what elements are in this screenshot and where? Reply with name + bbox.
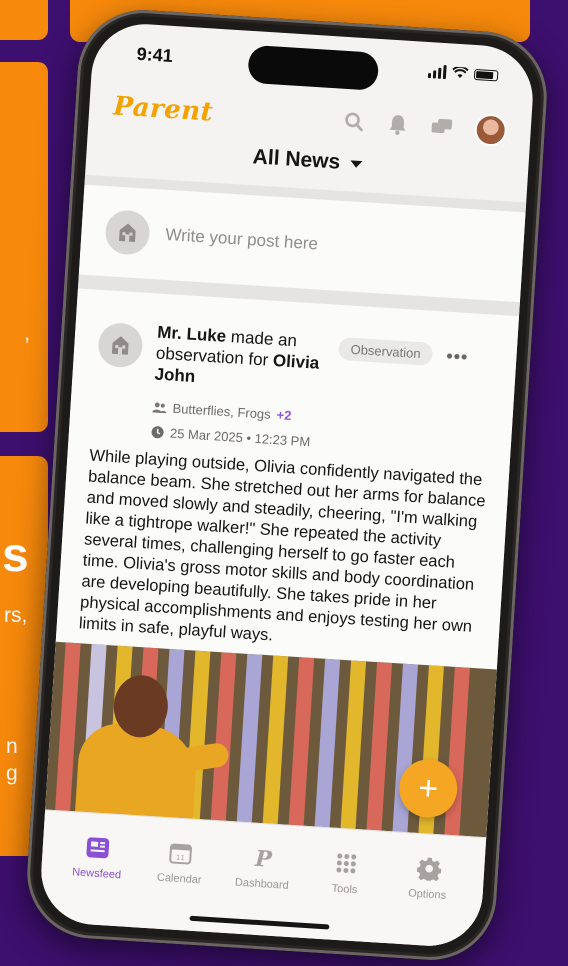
dynamic-island — [247, 44, 380, 91]
calendar-icon: 11 — [166, 838, 196, 868]
background-text: n — [6, 735, 18, 758]
post-body: While playing outside, Olivia confidentl… — [78, 446, 486, 645]
post-groups: Butterflies, Frogs — [172, 400, 272, 422]
tab-label: Newsfeed — [71, 866, 122, 882]
post-header: Mr. Luke made an observation for Olivia … — [97, 318, 497, 449]
more-groups-link[interactable]: +2 — [276, 407, 292, 423]
gear-icon — [414, 854, 444, 884]
author-name[interactable]: Mr. Luke — [157, 323, 227, 346]
app-logo: Parent — [112, 91, 215, 128]
background-text: g — [6, 762, 18, 785]
search-icon[interactable] — [342, 110, 365, 133]
phone-mockup: 9:41 Parent All News Write your post her… — [23, 6, 551, 964]
newsfeed-icon — [83, 833, 113, 863]
tab-label: Options — [407, 887, 447, 902]
school-avatar — [97, 321, 144, 369]
background-card — [0, 62, 48, 432]
phone-screen: 9:41 Parent All News Write your post her… — [38, 21, 536, 949]
chevron-down-icon — [349, 160, 363, 169]
tab-label: Tools — [331, 882, 358, 897]
status-time: 9:41 — [136, 43, 174, 66]
feed-filter-label: All News — [252, 145, 341, 174]
svg-text:P: P — [253, 846, 274, 871]
clock-icon — [151, 426, 164, 439]
status-icons — [427, 64, 499, 82]
messages-icon[interactable] — [430, 115, 453, 138]
bell-icon[interactable] — [386, 113, 409, 136]
dashboard-p-icon: P — [249, 843, 279, 873]
background-heading: s — [2, 529, 29, 582]
tab-label: Calendar — [156, 871, 202, 887]
tab-label: Dashboard — [234, 876, 290, 892]
post-timestamp: 25 Mar 2025 • 12:23 PM — [169, 425, 311, 450]
phone-frame: 9:41 Parent All News Write your post her… — [23, 6, 551, 964]
news-post: Mr. Luke made an observation for Olivia … — [38, 288, 520, 949]
background-text: rs, — [4, 604, 28, 627]
profile-avatar[interactable] — [473, 113, 508, 148]
tab-newsfeed[interactable]: Newsfeed — [57, 832, 135, 927]
svg-text:11: 11 — [176, 854, 185, 863]
battery-icon — [473, 68, 499, 81]
background-card — [0, 0, 48, 40]
grid-icon — [331, 849, 361, 879]
school-avatar — [104, 209, 151, 256]
post-input[interactable] — [162, 223, 428, 263]
more-options-icon[interactable]: ••• — [446, 346, 469, 368]
tab-options[interactable]: Options — [388, 852, 466, 947]
wifi-icon — [452, 66, 469, 79]
post-author-line: Mr. Luke made an observation for Olivia … — [154, 322, 328, 396]
signal-icon — [427, 64, 447, 80]
observation-tag: Observation — [337, 336, 434, 366]
background-text: , — [24, 320, 31, 345]
group-icon — [152, 401, 167, 413]
